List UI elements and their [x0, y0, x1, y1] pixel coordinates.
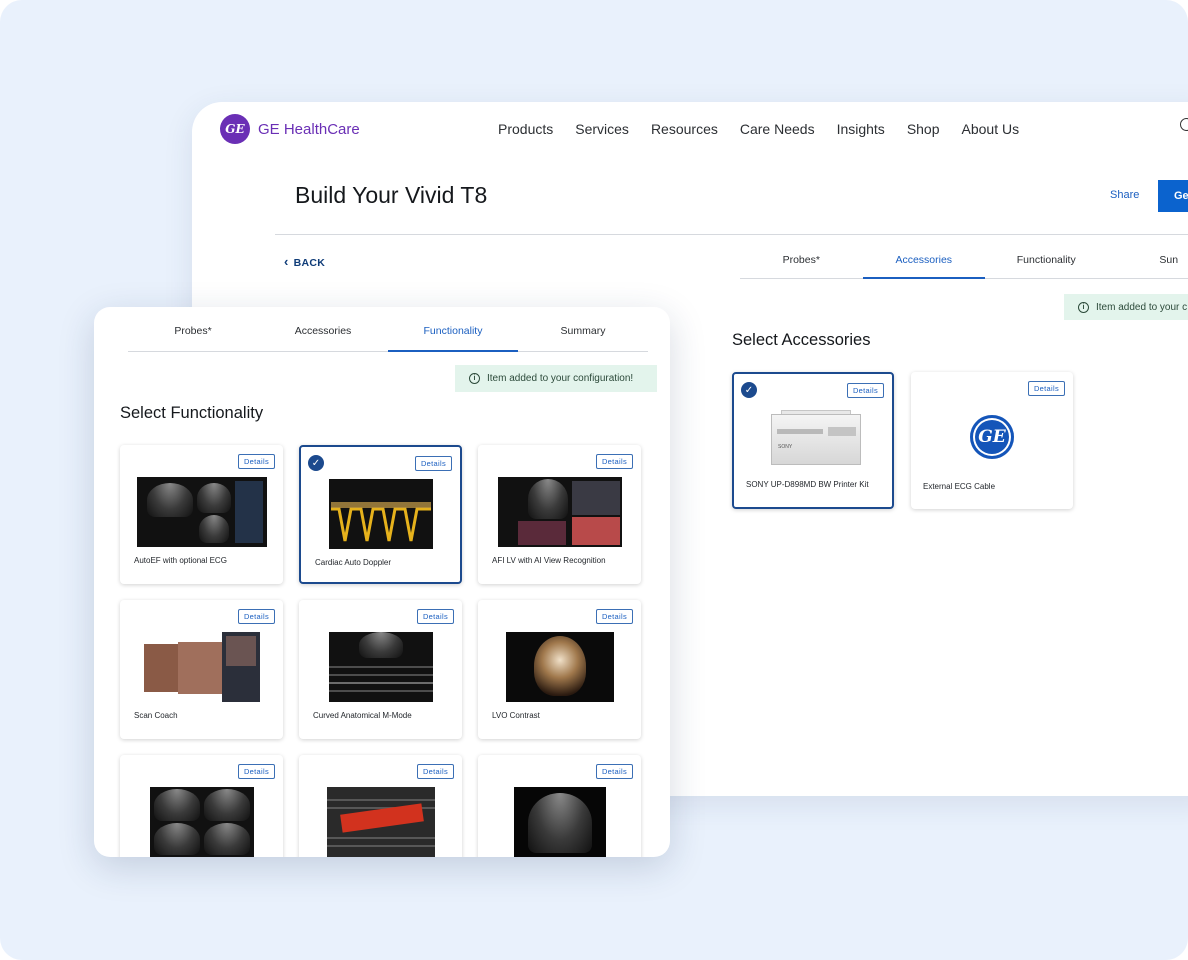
printer-image: SONY — [771, 410, 861, 465]
tab-probes[interactable]: Probes* — [740, 244, 863, 278]
details-button[interactable]: Details — [237, 764, 275, 779]
checkmark-icon: ✓ — [741, 382, 757, 398]
nav-resources[interactable]: Resources — [651, 121, 718, 137]
tab-accessories[interactable]: Accessories — [258, 317, 388, 351]
tab-probes[interactable]: Probes* — [128, 317, 258, 351]
nav-shop[interactable]: Shop — [907, 121, 940, 137]
nav-insights[interactable]: Insights — [837, 121, 885, 137]
card-label: External ECG Cable — [923, 482, 996, 491]
checkmark-icon: ✓ — [308, 455, 324, 471]
functionality-window: Probes* Accessories Functionality Summar… — [94, 307, 670, 857]
lvo-contrast-image — [505, 632, 614, 702]
tab-summary[interactable]: Summary — [518, 317, 648, 351]
tab-accessories[interactable]: Accessories — [862, 244, 986, 279]
details-button[interactable]: Details — [416, 609, 454, 624]
functionality-card-curved-m-mode[interactable]: Details Curved Anatomical M-Mode — [299, 600, 462, 739]
printer-brand-text: SONY — [778, 444, 793, 450]
details-button[interactable]: Details — [237, 609, 275, 624]
nav-care-needs[interactable]: Care Needs — [740, 121, 815, 137]
functionality-card-row3-2[interactable]: Details — [299, 755, 462, 857]
tab-summary[interactable]: Sun — [1108, 244, 1188, 278]
search-icon[interactable] — [1180, 118, 1188, 131]
details-button[interactable]: Details — [595, 764, 633, 779]
details-button[interactable]: Details — [414, 456, 452, 471]
nav-services[interactable]: Services — [575, 121, 629, 137]
ge-logo-icon: GE — [220, 114, 250, 144]
chevron-left-icon: ‹ — [284, 254, 289, 269]
card-label: AFI LV with AI View Recognition — [492, 556, 606, 565]
functionality-card-afi-lv[interactable]: Details AFI LV with AI View Recognition — [478, 445, 641, 584]
brand[interactable]: GE GE HealthCare — [220, 114, 360, 144]
details-button[interactable]: Details — [846, 383, 884, 398]
afi-lv-image — [497, 477, 622, 547]
vascular-doppler-image — [326, 787, 435, 857]
item-added-toast: i Item added to your c — [1064, 294, 1188, 320]
back-link[interactable]: ‹ BACK — [284, 254, 325, 269]
functionality-card-row3-1[interactable]: Details — [120, 755, 283, 857]
card-label: Scan Coach — [134, 711, 178, 720]
apical-view-image — [513, 787, 606, 857]
details-button[interactable]: Details — [595, 609, 633, 624]
card-label: LVO Contrast — [492, 711, 540, 720]
tab-functionality[interactable]: Functionality — [985, 244, 1108, 278]
four-chamber-image — [149, 787, 254, 857]
info-icon: i — [469, 373, 480, 384]
toast-text: Item added to your c — [1096, 301, 1188, 313]
accessory-card-ecg-cable[interactable]: Details GE External ECG Cable — [911, 372, 1073, 509]
m-mode-image — [328, 632, 433, 702]
info-icon: i — [1078, 301, 1089, 313]
functionality-card-scan-coach[interactable]: Details Scan Coach — [120, 600, 283, 739]
toast-text: Item added to your configuration! — [487, 373, 634, 384]
functionality-card-autoef[interactable]: Details AutoEF with optional ECG — [120, 445, 283, 584]
ge-monogram-image: GE — [970, 415, 1014, 459]
get-quote-button[interactable]: Ge — [1158, 180, 1188, 212]
section-title: Select Functionality — [120, 404, 264, 422]
page-title: Build Your Vivid T8 — [295, 182, 488, 208]
ge-logo-icon: GE — [970, 415, 1014, 459]
card-label: AutoEF with optional ECG — [134, 556, 227, 565]
details-button[interactable]: Details — [595, 454, 633, 469]
functionality-card-lvo-contrast[interactable]: Details LVO Contrast — [478, 600, 641, 739]
autoef-image — [136, 477, 267, 547]
tab-functionality[interactable]: Functionality — [388, 317, 518, 352]
item-added-toast: i Item added to your configuration! — [455, 365, 657, 392]
section-title: Select Accessories — [732, 331, 871, 349]
card-label: Curved Anatomical M-Mode — [313, 711, 412, 720]
functionality-card-cardiac-auto-doppler[interactable]: ✓ Details Cardiac Auto Doppler — [299, 445, 462, 584]
configurator-tabs: Probes* Accessories Functionality Summar… — [128, 317, 648, 352]
stage: GE GE HealthCare Products Services Resou… — [0, 0, 1188, 960]
doppler-image — [328, 479, 433, 549]
functionality-card-row3-3[interactable]: Details — [478, 755, 641, 857]
main-nav: Products Services Resources Care Needs I… — [498, 121, 1019, 137]
back-label: BACK — [293, 257, 326, 269]
details-button[interactable]: Details — [237, 454, 275, 469]
nav-about-us[interactable]: About Us — [962, 121, 1020, 137]
scan-coach-image — [143, 632, 260, 702]
brand-name: GE HealthCare — [258, 120, 360, 138]
details-button[interactable]: Details — [1027, 381, 1065, 396]
details-button[interactable]: Details — [416, 764, 454, 779]
accessory-card-printer[interactable]: ✓ Details SONY SONY UP-D898MD BW Printer… — [732, 372, 894, 509]
configurator-tabs: Probes* Accessories Functionality Sun — [740, 244, 1188, 279]
card-label: Cardiac Auto Doppler — [315, 558, 392, 567]
card-label: SONY UP-D898MD BW Printer Kit — [746, 480, 869, 489]
divider — [275, 234, 1188, 235]
share-link[interactable]: Share — [1110, 189, 1139, 201]
nav-products[interactable]: Products — [498, 121, 553, 137]
